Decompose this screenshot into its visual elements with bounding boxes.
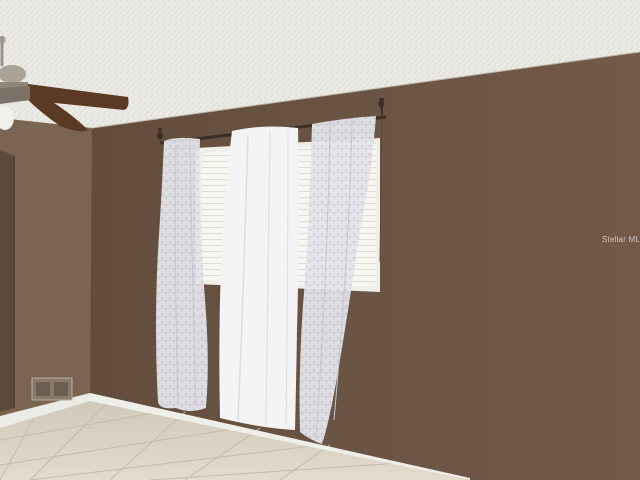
room-illustration <box>0 0 640 480</box>
room-photo: Stellar MLS <box>0 0 640 480</box>
wall-vent <box>31 377 73 401</box>
doorway-edge <box>0 150 14 412</box>
watermark: Stellar MLS <box>602 235 640 244</box>
